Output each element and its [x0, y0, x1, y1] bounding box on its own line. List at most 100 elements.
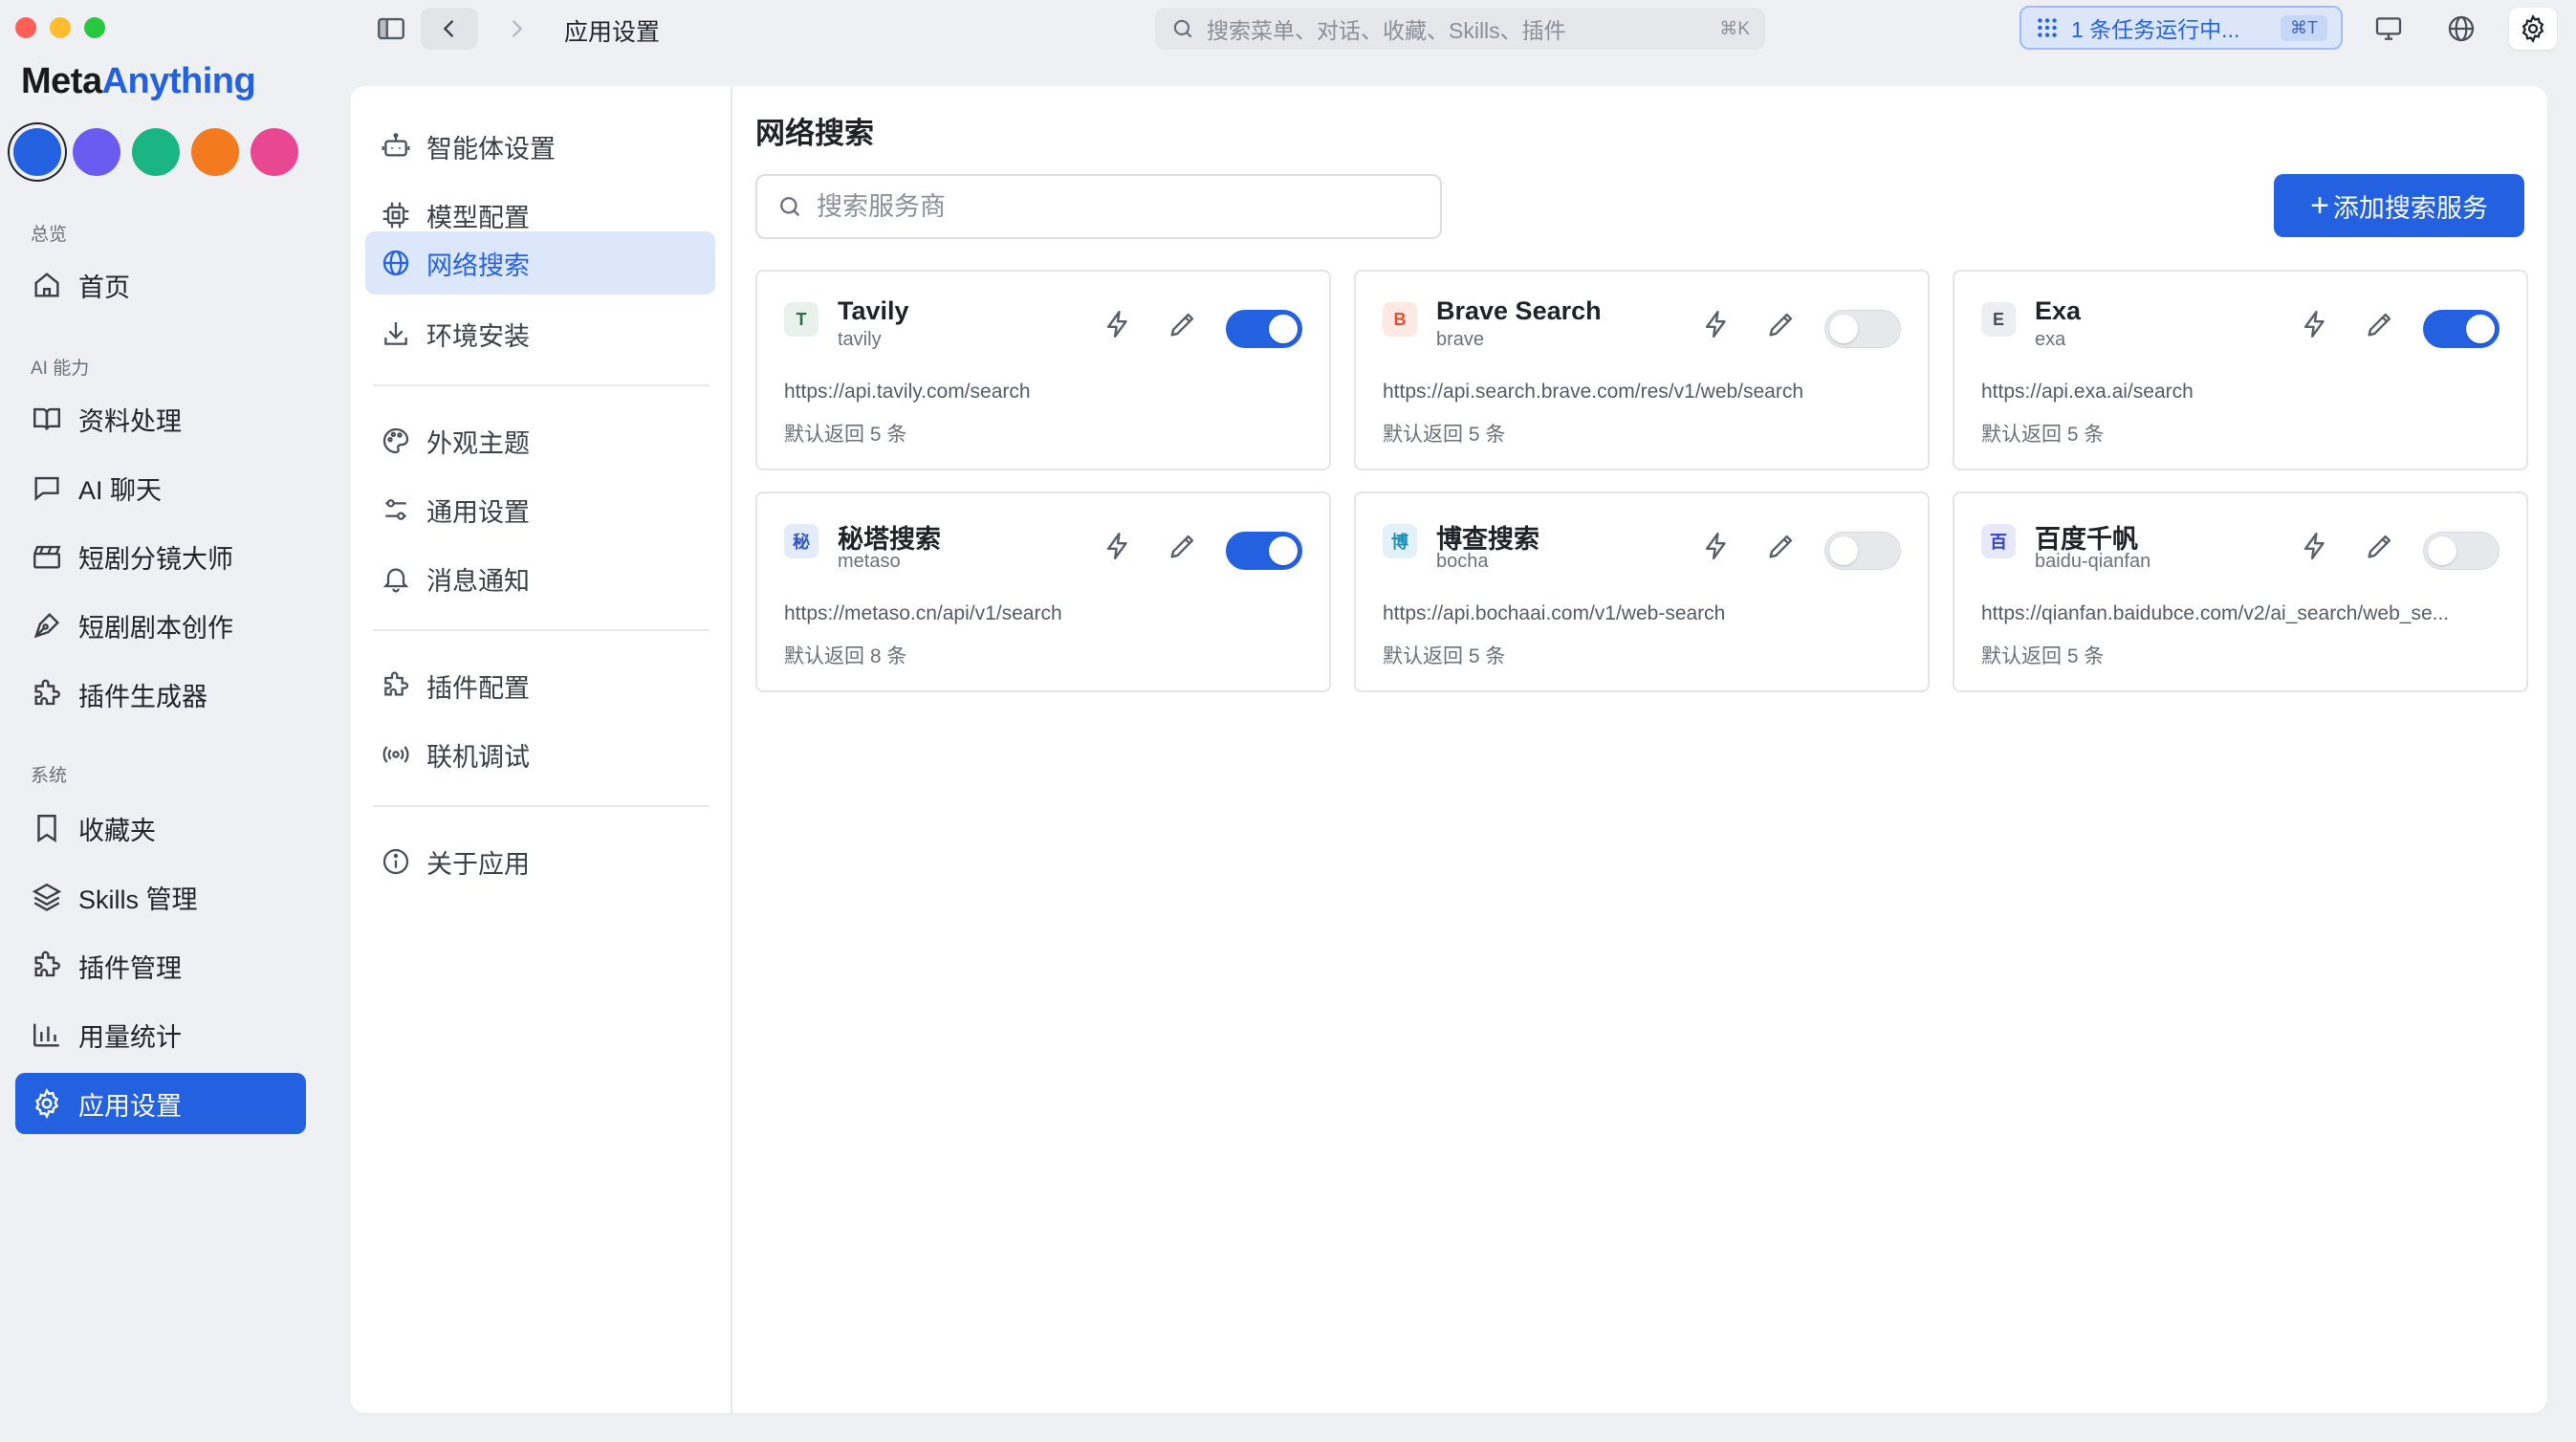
edit-provider-button[interactable] [1167, 530, 1199, 562]
theme-swatch[interactable] [132, 128, 180, 176]
provider-slug: baidu-qianfan [2035, 551, 2151, 572]
globe-icon [382, 250, 409, 276]
settings-nav-general[interactable]: 通用设置 [365, 478, 715, 541]
web-search-content: 网络搜索 + 添加搜索服务 T Tavily tavily https://api.t… [732, 86, 2547, 1413]
search-icon [780, 197, 800, 217]
settings-nav-agent[interactable]: 智能体设置 [365, 115, 715, 178]
sidebar-item-storyboard[interactable]: 短剧分镜大师 [15, 526, 306, 587]
settings-nav-remote-debug[interactable]: 联机调试 [365, 723, 715, 786]
palette-icon [382, 427, 409, 454]
edit-provider-button[interactable] [1765, 308, 1798, 340]
info-icon [382, 848, 409, 875]
test-connection-button[interactable] [2299, 308, 2331, 340]
forward-button[interactable] [488, 8, 545, 50]
settings-nav-divider [373, 805, 709, 807]
running-tasks-button[interactable]: 1 条任务运行中... ⌘T [2019, 6, 2343, 50]
test-connection-button[interactable] [1700, 308, 1733, 340]
clapper-icon [33, 545, 61, 569]
display-button[interactable] [2366, 8, 2412, 50]
settings-nav-appearance[interactable]: 外观主题 [365, 409, 715, 472]
provider-logo: B [1383, 302, 1417, 337]
settings-nav-notifications[interactable]: 消息通知 [365, 547, 715, 610]
edit-provider-button[interactable] [1765, 530, 1798, 562]
toggle-knob [2428, 536, 2456, 565]
top-bar: 应用设置 搜索菜单、对话、收藏、Skills、插件 ⌘K 1 条任务运行中...… [0, 0, 2576, 57]
toggle-knob [2466, 315, 2495, 343]
add-search-service-button[interactable]: + 添加搜索服务 [2274, 174, 2524, 237]
provider-name: Brave Search [1436, 296, 1602, 325]
settings-nav-divider [373, 629, 709, 631]
sidebar-item-home[interactable]: 首页 [15, 254, 306, 316]
provider-search-box[interactable] [755, 174, 1442, 239]
sidebar-item-plugin-generator[interactable]: 插件生成器 [15, 664, 306, 725]
download-icon [384, 322, 407, 345]
book-icon [33, 407, 60, 430]
toggle-sidebar-button[interactable] [367, 8, 415, 50]
provider-name: Exa [2035, 296, 2082, 325]
settings-button[interactable] [2509, 8, 2557, 50]
settings-nav-about[interactable]: 关于应用 [365, 830, 715, 893]
lightning-icon [1102, 308, 1134, 340]
theme-swatch[interactable] [191, 128, 239, 176]
sidebar-item-ai-chat[interactable]: AI 聊天 [15, 457, 306, 518]
chip-icon [382, 202, 409, 229]
sidebar-item-app-settings[interactable]: 应用设置 [15, 1073, 306, 1134]
sliders-icon [385, 499, 406, 520]
provider-url: https://metaso.cn/api/v1/search [784, 602, 1062, 624]
pen-nib-icon [33, 612, 60, 639]
sidebar-section-label: AI 能力 [31, 359, 90, 379]
sidebar-item-script[interactable]: 短剧剧本创作 [15, 595, 306, 656]
provider-enable-toggle[interactable] [1226, 310, 1302, 348]
provider-card: 博博查搜索 bocha https://api.bochaai.com/v1/web… [1354, 492, 1930, 692]
global-search-input[interactable]: 搜索菜单、对话、收藏、Skills、插件 ⌘K [1155, 8, 1765, 50]
test-connection-button[interactable] [1102, 308, 1134, 340]
edit-provider-button[interactable] [1167, 308, 1199, 340]
back-button[interactable] [421, 8, 478, 50]
theme-swatch[interactable] [251, 128, 298, 176]
sidebar-item-usage[interactable]: 用量统计 [15, 1004, 306, 1065]
toggle-knob [1829, 536, 1858, 565]
provider-enable-toggle[interactable] [1226, 532, 1302, 570]
sidebar-section-label: 系统 [31, 766, 68, 786]
puzzle-icon [34, 950, 60, 977]
plus-icon: + [2310, 186, 2329, 224]
sidebar-item-docs[interactable]: 资料处理 [15, 388, 306, 449]
provider-card: E Exa exa https://api.exa.ai/search 默认返回 5 条 [1953, 270, 2528, 470]
test-connection-button[interactable] [1700, 530, 1733, 562]
provider-url: https://api.search.brave.com/res/v1/web/… [1383, 381, 1804, 403]
sidebar-item-favorites[interactable]: 收藏夹 [15, 797, 306, 859]
provider-url: https://api.bochaai.com/v1/web-search [1383, 602, 1726, 624]
provider-logo: T [784, 302, 819, 337]
provider-enable-toggle[interactable] [2423, 532, 2500, 570]
settings-nav-web-search[interactable]: 网络搜索 [365, 231, 715, 295]
pencil-icon [1765, 530, 1798, 562]
settings-nav-environment[interactable]: 环境安装 [365, 302, 715, 365]
provider-enable-toggle[interactable] [1824, 310, 1901, 348]
gear-icon [34, 1088, 59, 1119]
search-shortcut: ⌘K [1719, 18, 1750, 39]
theme-swatch[interactable] [73, 128, 120, 176]
provider-logo: 秘 [784, 524, 819, 558]
provider-slug: bocha [1436, 551, 1489, 572]
sidebar-item-skills[interactable]: Skills 管理 [15, 866, 306, 928]
sidebar-item-plugins[interactable]: 插件管理 [15, 935, 306, 996]
globe-icon [2448, 15, 2475, 42]
edit-provider-button[interactable] [2364, 308, 2396, 340]
lightning-icon [2299, 308, 2331, 340]
settings-nav-plugin-config[interactable]: 插件配置 [365, 654, 715, 717]
gear-icon [2521, 13, 2544, 44]
language-button[interactable] [2438, 8, 2484, 50]
test-connection-button[interactable] [2299, 530, 2331, 562]
provider-enable-toggle[interactable] [1824, 532, 1901, 570]
theme-swatch[interactable] [13, 128, 61, 176]
provider-logo: E [1981, 302, 2016, 337]
edit-provider-button[interactable] [2364, 530, 2396, 562]
chevron-left-icon [443, 20, 454, 37]
theme-swatches [13, 128, 298, 176]
test-connection-button[interactable] [1102, 530, 1134, 562]
provider-slug: metaso [838, 551, 901, 572]
provider-default-count: 默认返回 5 条 [1383, 424, 1506, 446]
provider-enable-toggle[interactable] [2423, 310, 2500, 348]
provider-search-input[interactable] [817, 191, 1390, 222]
bell-icon [382, 568, 409, 593]
